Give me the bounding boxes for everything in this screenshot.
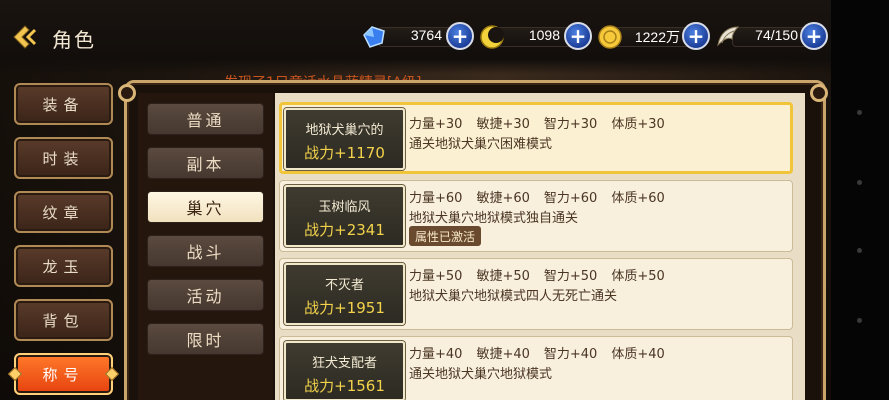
title-power: 战力+1561 xyxy=(304,377,385,395)
panel-ornament xyxy=(810,84,828,102)
attr-agility: 敏捷+30 xyxy=(476,117,530,132)
title-card[interactable]: 不灭者 战力+1951 力量+50 敏捷+50 智力+50 体质+50 地狱犬巢穴地狱… xyxy=(279,258,793,330)
title-badge: 不灭者 战力+1951 xyxy=(284,263,405,325)
resource-moon-coin: 1098 + xyxy=(478,20,592,52)
attr-strength: 力量+50 xyxy=(409,269,463,284)
attr-agility: 敏捷+40 xyxy=(476,347,530,362)
menu-backpack[interactable]: 背包 xyxy=(14,299,113,341)
attr-strength: 力量+40 xyxy=(409,347,463,362)
attr-strength: 力量+60 xyxy=(409,191,463,206)
crystal-value: 3764 xyxy=(410,27,442,43)
wing-icon xyxy=(717,26,740,47)
title-name: 狂犬支配者 xyxy=(311,356,377,371)
menu-label: 龙玉 xyxy=(42,257,85,276)
title-attributes: 力量+50 敏捷+50 智力+50 体质+50 xyxy=(409,265,679,284)
title-condition: 地狱犬巢穴地狱模式四人无死亡通关 xyxy=(409,289,618,304)
attr-agility: 敏捷+60 xyxy=(476,191,530,206)
menu-label: 时装 xyxy=(42,149,85,168)
attr-vitality: 体质+50 xyxy=(611,269,665,284)
attr-vitality: 体质+40 xyxy=(611,347,665,362)
title-name: 地狱犬巢穴的 xyxy=(305,123,384,138)
add-stamina-button[interactable]: + xyxy=(800,22,828,50)
menu-equipment[interactable]: 装备 xyxy=(14,83,113,125)
gutter-dot xyxy=(857,248,862,253)
title-condition: 地狱犬巢穴地狱模式独自通关 xyxy=(409,211,579,226)
title-badge: 玉树临风 战力+2341 xyxy=(284,185,405,247)
attr-intellect: 智力+30 xyxy=(543,117,598,132)
title-attributes: 力量+40 敏捷+40 智力+40 体质+40 xyxy=(409,343,679,362)
gutter-dot xyxy=(857,180,862,185)
activated-badge: 属性已激活 xyxy=(409,226,482,246)
tab-limited[interactable]: 限时 xyxy=(147,323,264,355)
attr-agility: 敏捷+50 xyxy=(476,269,530,284)
resource-gold: 1222万 + xyxy=(596,20,710,52)
attr-strength: 力量+30 xyxy=(409,117,463,132)
tab-dungeon[interactable]: 副本 xyxy=(147,147,264,179)
menu-label: 背包 xyxy=(42,311,85,330)
attr-intellect: 智力+60 xyxy=(543,191,598,206)
title-name: 玉树临风 xyxy=(318,200,371,215)
title-attributes: 力量+30 敏捷+30 智力+30 体质+30 xyxy=(409,113,679,132)
tab-battle[interactable]: 战斗 xyxy=(147,235,264,267)
gutter-dot xyxy=(857,110,862,115)
menu-fashion[interactable]: 时装 xyxy=(14,137,113,179)
title-card[interactable]: 地狱犬巢穴的 战力+1170 力量+30 敏捷+30 智力+30 体质+30 通关地狱… xyxy=(279,102,793,174)
attr-intellect: 智力+50 xyxy=(543,269,598,284)
title-badge: 地狱犬巢穴的 战力+1170 xyxy=(284,108,405,170)
title-attributes: 力量+60 敏捷+60 智力+60 体质+60 xyxy=(409,187,679,206)
tab-normal[interactable]: 普通 xyxy=(147,103,264,135)
add-crystal-button[interactable]: + xyxy=(446,22,474,50)
page-title: 角色 xyxy=(52,28,96,52)
right-gutter xyxy=(831,0,889,400)
resource-crystal: 3764 + xyxy=(360,20,474,52)
menu-emblem[interactable]: 纹章 xyxy=(14,191,113,233)
title-condition: 通关地狱犬巢穴困难模式 xyxy=(409,137,553,152)
title-card[interactable]: 狂犬支配者 战力+1561 力量+40 敏捷+40 智力+40 体质+40 通关地狱犬… xyxy=(279,336,793,400)
menu-label: 纹章 xyxy=(42,203,85,222)
menu-dragon-jade[interactable]: 龙玉 xyxy=(14,245,113,287)
tab-nest[interactable]: 巢穴 xyxy=(147,191,264,223)
resource-stamina: 74/150 + xyxy=(714,20,828,52)
title-power: 战力+1170 xyxy=(304,144,385,162)
menu-title[interactable]: 称号 xyxy=(7,353,120,395)
moon-coin-icon xyxy=(480,25,504,49)
title-name: 不灭者 xyxy=(324,278,364,293)
add-moon-coin-button[interactable]: + xyxy=(564,22,592,50)
menu-label: 装备 xyxy=(42,95,85,114)
attr-vitality: 体质+30 xyxy=(611,117,665,132)
moon-coin-value: 1098 xyxy=(528,27,560,43)
title-power: 战力+1951 xyxy=(304,299,385,317)
crystal-icon xyxy=(363,26,385,48)
title-card[interactable]: 玉树临风 战力+2341 力量+60 敏捷+60 智力+60 体质+60 地狱犬巢穴地… xyxy=(279,180,793,252)
add-gold-button[interactable]: + xyxy=(682,22,710,50)
gold-coin-icon xyxy=(598,25,622,49)
title-power: 战力+2341 xyxy=(304,221,385,239)
tab-event[interactable]: 活动 xyxy=(147,279,264,311)
back-arrow-icon xyxy=(13,25,37,49)
title-condition: 通关地狱犬巢穴地狱模式 xyxy=(409,367,553,382)
attr-vitality: 体质+60 xyxy=(611,191,665,206)
panel-ornament xyxy=(118,84,136,102)
back-button[interactable] xyxy=(10,22,40,52)
gold-value: 1222万 xyxy=(634,29,680,45)
menu-label: 称号 xyxy=(42,365,85,384)
stamina-value: 74/150 xyxy=(755,27,798,43)
attr-intellect: 智力+40 xyxy=(543,347,598,362)
title-badge: 狂犬支配者 战力+1561 xyxy=(284,341,405,400)
gutter-dot xyxy=(857,318,862,323)
